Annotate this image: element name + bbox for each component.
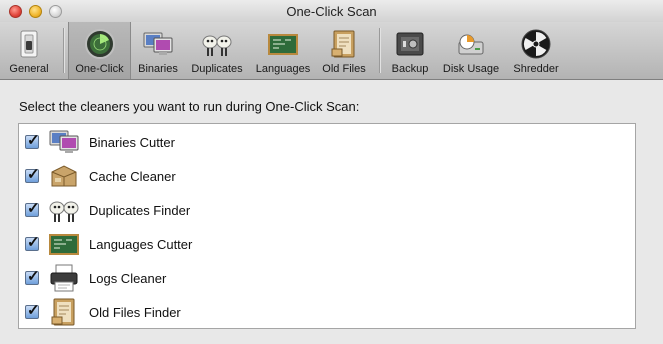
logs-printer-icon bbox=[50, 264, 78, 292]
toolbar-label: Old Files bbox=[322, 63, 366, 75]
toolbar-backup[interactable]: Backup bbox=[384, 22, 436, 79]
toolbar-old-files[interactable]: Old Files bbox=[316, 22, 372, 79]
one-click-pane: Select the cleaners you want to run duri… bbox=[0, 80, 663, 344]
checkbox[interactable]: ✓ bbox=[25, 302, 40, 319]
checkmark-icon: ✓ bbox=[27, 166, 40, 183]
toolbar-general[interactable]: General bbox=[4, 22, 54, 79]
toolbar-binaries[interactable]: Binaries bbox=[133, 22, 183, 79]
preferences-toolbar: General One-Click Binaries Duplicates La… bbox=[0, 22, 663, 80]
list-item-label: Cache Cleaner bbox=[89, 169, 176, 184]
checkmark-icon: ✓ bbox=[27, 302, 40, 319]
one-click-radar-icon bbox=[84, 29, 115, 59]
list-item-duplicates-finder[interactable]: ✓ Duplicates Finder bbox=[19, 193, 635, 227]
list-item-logs-cleaner[interactable]: ✓ Logs Cleaner bbox=[19, 261, 635, 295]
checkbox[interactable]: ✓ bbox=[25, 200, 40, 217]
list-item-binaries-cutter[interactable]: ✓ Binaries Cutter bbox=[19, 125, 635, 159]
checkbox[interactable]: ✓ bbox=[25, 268, 40, 285]
toolbar-label: General bbox=[9, 63, 49, 75]
shredder-radiation-icon bbox=[521, 29, 551, 59]
old-files-folder-icon bbox=[51, 298, 75, 326]
general-switch-icon bbox=[20, 30, 38, 58]
checkbox[interactable]: ✓ bbox=[25, 166, 40, 183]
backup-safe-icon bbox=[396, 32, 424, 56]
list-item-languages-cutter[interactable]: ✓ Languages Cutter bbox=[19, 227, 635, 261]
toolbar-separator bbox=[379, 28, 380, 73]
list-item-label: Duplicates Finder bbox=[89, 203, 191, 218]
disk-usage-drive-icon bbox=[458, 34, 484, 55]
cache-box-icon bbox=[51, 165, 77, 187]
checkbox[interactable]: ✓ bbox=[25, 132, 40, 149]
binaries-computers-icon bbox=[143, 32, 173, 55]
checkmark-icon: ✓ bbox=[27, 268, 40, 285]
duplicates-sheep-icon bbox=[202, 35, 232, 56]
list-item-label: Old Files Finder bbox=[89, 305, 181, 320]
list-item-label: Binaries Cutter bbox=[89, 135, 175, 150]
toolbar-label: Disk Usage bbox=[442, 63, 500, 75]
window-title: One-Click Scan bbox=[286, 4, 377, 19]
app-window: One-Click Scan General One-Click Binarie… bbox=[0, 0, 663, 344]
checkmark-icon: ✓ bbox=[27, 200, 40, 217]
instruction-text: Select the cleaners you want to run duri… bbox=[19, 99, 360, 114]
toolbar-languages[interactable]: Languages bbox=[252, 22, 314, 79]
toolbar-shredder[interactable]: Shredder bbox=[508, 22, 564, 79]
duplicates-sheep-icon bbox=[49, 201, 79, 222]
toolbar-label: Binaries bbox=[138, 63, 178, 75]
title-bar[interactable]: One-Click Scan bbox=[0, 0, 663, 22]
list-item-old-files-finder[interactable]: ✓ Old Files Finder bbox=[19, 295, 635, 329]
checkbox[interactable]: ✓ bbox=[25, 234, 40, 251]
toolbar-label: Languages bbox=[255, 63, 311, 75]
toolbar-label: One-Click bbox=[75, 63, 124, 75]
binaries-computers-icon bbox=[49, 130, 79, 153]
toolbar-label: Duplicates bbox=[191, 63, 243, 75]
list-item-label: Languages Cutter bbox=[89, 237, 193, 252]
list-item-cache-cleaner[interactable]: ✓ Cache Cleaner bbox=[19, 159, 635, 193]
toolbar-disk-usage[interactable]: Disk Usage bbox=[437, 22, 505, 79]
languages-chalkboard-icon bbox=[268, 34, 298, 55]
toolbar-duplicates[interactable]: Duplicates bbox=[185, 22, 249, 79]
list-item-label: Logs Cleaner bbox=[89, 271, 167, 286]
cleaners-list[interactable]: ✓ Binaries Cutter ✓ Cache Cleaner ✓ Dupl… bbox=[18, 123, 636, 329]
old-files-folder-icon bbox=[331, 30, 355, 58]
toolbar-label: Backup bbox=[391, 63, 429, 75]
toolbar-label: Shredder bbox=[513, 63, 559, 75]
checkmark-icon: ✓ bbox=[27, 132, 40, 149]
toolbar-one-click[interactable]: One-Click bbox=[68, 22, 131, 79]
languages-chalkboard-icon bbox=[49, 234, 79, 255]
checkmark-icon: ✓ bbox=[27, 234, 40, 251]
toolbar-separator bbox=[63, 28, 64, 73]
